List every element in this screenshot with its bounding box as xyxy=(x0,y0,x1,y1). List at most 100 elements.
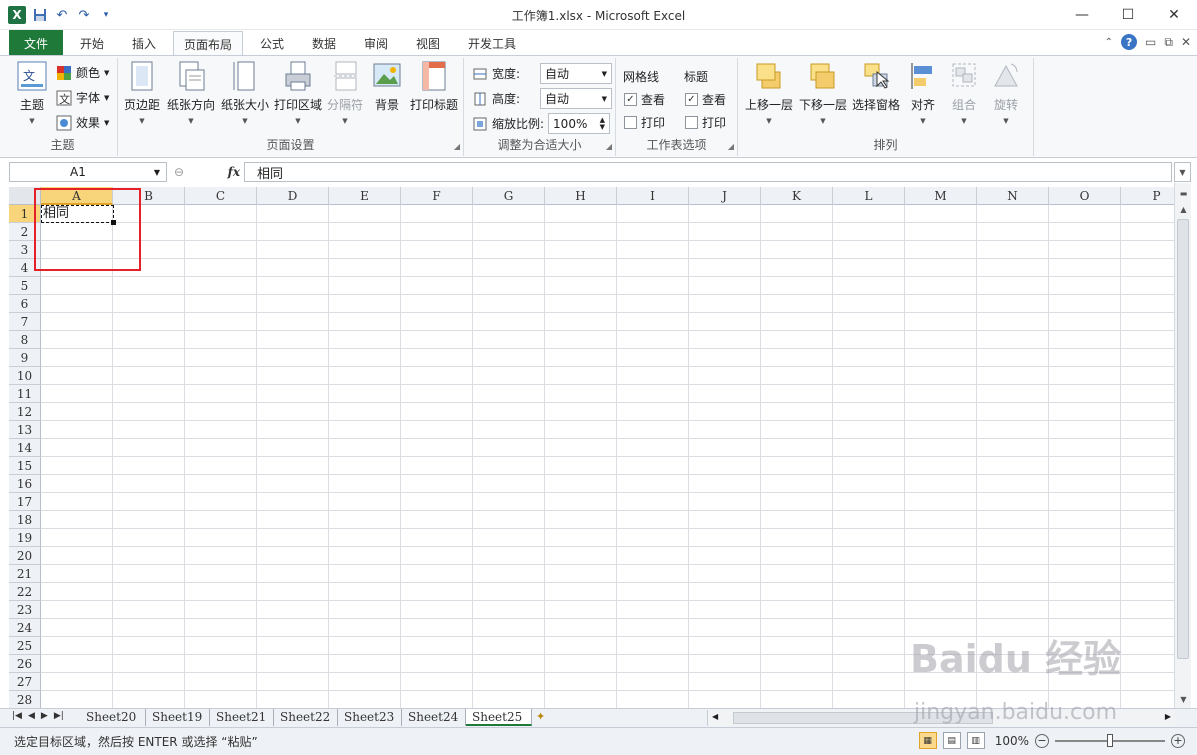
page-layout-view-icon[interactable]: ▤ xyxy=(942,732,961,749)
row-header-15[interactable]: 15 xyxy=(9,457,41,475)
row-header-7[interactable]: 7 xyxy=(9,313,41,331)
tab-data[interactable]: 数据 xyxy=(302,31,346,56)
width-select[interactable]: 自动 ▼ xyxy=(540,63,612,84)
colors-button[interactable]: 颜色 ▼ xyxy=(56,64,109,81)
zoom-in-icon[interactable]: + xyxy=(1171,733,1185,748)
row-header-13[interactable]: 13 xyxy=(9,421,41,439)
breaks-button[interactable]: 分隔符 ▼ xyxy=(325,60,365,125)
formula-bar-expand-icon[interactable]: ▼ xyxy=(1174,162,1191,182)
first-sheet-icon[interactable]: |◀ xyxy=(12,711,22,721)
fonts-button[interactable]: 文 字体 ▼ xyxy=(56,89,109,106)
close-button[interactable]: ✕ xyxy=(1151,0,1197,30)
themes-button[interactable]: 文 主题 ▼ xyxy=(12,60,52,125)
margins-button[interactable]: 页边距 ▼ xyxy=(122,60,162,125)
row-header-16[interactable]: 16 xyxy=(9,475,41,493)
print-area-button[interactable]: 打印区域 ▼ xyxy=(273,60,323,125)
row-header-22[interactable]: 22 xyxy=(9,583,41,601)
column-header-o[interactable]: O xyxy=(1049,187,1121,205)
background-button[interactable]: 背景 xyxy=(370,60,404,113)
row-header-12[interactable]: 12 xyxy=(9,403,41,421)
tab-developer[interactable]: 开发工具 xyxy=(458,31,526,56)
sheet-tab-sheet25[interactable]: Sheet25 xyxy=(466,709,532,726)
help-icon[interactable]: ? xyxy=(1121,34,1138,50)
row-header-19[interactable]: 19 xyxy=(9,529,41,547)
next-sheet-icon[interactable]: ▶ xyxy=(41,711,48,721)
column-header-l[interactable]: L xyxy=(833,187,905,205)
gridlines-print-checkbox[interactable]: 打印 xyxy=(624,114,665,131)
column-header-c[interactable]: C xyxy=(185,187,257,205)
scroll-up-icon[interactable]: ▲ xyxy=(1176,201,1191,217)
send-backward-button[interactable]: 下移一层 ▼ xyxy=(798,60,848,125)
sheet-tab-sheet19[interactable]: Sheet19 xyxy=(146,709,210,726)
row-header-17[interactable]: 17 xyxy=(9,493,41,511)
group-button[interactable]: 组合 ▼ xyxy=(946,60,982,125)
prev-sheet-icon[interactable]: ◀ xyxy=(28,711,35,721)
column-header-j[interactable]: J xyxy=(689,187,761,205)
column-header-i[interactable]: I xyxy=(617,187,689,205)
column-header-f[interactable]: F xyxy=(401,187,473,205)
zoom-level[interactable]: 100% xyxy=(995,734,1029,748)
scroll-thumb[interactable] xyxy=(1177,219,1189,659)
zoom-slider[interactable] xyxy=(1055,733,1165,747)
column-header-h[interactable]: H xyxy=(545,187,617,205)
sheet-tab-sheet23[interactable]: Sheet23 xyxy=(338,709,402,726)
bring-forward-button[interactable]: 上移一层 ▼ xyxy=(744,60,794,125)
sheet-tab-sheet21[interactable]: Sheet21 xyxy=(210,709,274,726)
maximize-button[interactable]: ☐ xyxy=(1105,0,1151,30)
print-titles-button[interactable]: 打印标题 xyxy=(408,60,460,113)
tab-view[interactable]: 视图 xyxy=(406,31,450,56)
dialog-launcher-icon[interactable]: ◢ xyxy=(606,142,612,151)
sheet-tab-sheet22[interactable]: Sheet22 xyxy=(274,709,338,726)
scroll-right-icon[interactable]: ▶ xyxy=(1165,712,1171,721)
row-header-14[interactable]: 14 xyxy=(9,439,41,457)
height-select[interactable]: 自动 ▼ xyxy=(540,88,612,109)
row-header-11[interactable]: 11 xyxy=(9,385,41,403)
dialog-launcher-icon[interactable]: ◢ xyxy=(454,142,460,151)
insert-function-button[interactable]: fx xyxy=(228,165,240,179)
minimize-button[interactable]: — xyxy=(1059,0,1105,30)
row-header-6[interactable]: 6 xyxy=(9,295,41,313)
expand-formula-icon[interactable]: ⊖ xyxy=(174,165,184,179)
size-button[interactable]: 纸张大小 ▼ xyxy=(220,60,270,125)
headings-print-checkbox[interactable]: 打印 xyxy=(685,114,726,131)
tab-file[interactable]: 文件 xyxy=(9,30,63,56)
row-header-26[interactable]: 26 xyxy=(9,655,41,673)
tab-home[interactable]: 开始 xyxy=(70,31,114,56)
scroll-down-icon[interactable]: ▼ xyxy=(1176,691,1191,707)
normal-view-icon[interactable]: ▦ xyxy=(918,732,937,749)
orientation-button[interactable]: 纸张方向 ▼ xyxy=(166,60,216,125)
page-break-view-icon[interactable]: ▥ xyxy=(966,732,985,749)
vertical-scrollbar[interactable]: ▬ ▲ ▼ xyxy=(1174,183,1191,709)
tab-review[interactable]: 审阅 xyxy=(354,31,398,56)
row-header-27[interactable]: 27 xyxy=(9,673,41,691)
headings-view-checkbox[interactable]: ✓ 查看 xyxy=(685,91,726,108)
row-header-21[interactable]: 21 xyxy=(9,565,41,583)
dialog-launcher-icon[interactable]: ◢ xyxy=(728,142,734,151)
workbook-restore-icon[interactable]: ⧉ xyxy=(1164,35,1173,50)
row-header-20[interactable]: 20 xyxy=(9,547,41,565)
row-header-28[interactable]: 28 xyxy=(9,691,41,708)
zoom-out-icon[interactable]: − xyxy=(1035,733,1049,748)
workbook-close-icon[interactable]: ✕ xyxy=(1181,35,1191,49)
column-header-d[interactable]: D xyxy=(257,187,329,205)
tab-page-layout[interactable]: 页面布局 xyxy=(173,31,244,57)
row-header-9[interactable]: 9 xyxy=(9,349,41,367)
sheet-tab-sheet20[interactable]: Sheet20 xyxy=(80,709,146,726)
selection-pane-button[interactable]: 选择窗格 xyxy=(851,60,901,113)
column-header-n[interactable]: N xyxy=(977,187,1049,205)
scale-spinner[interactable]: 100% ▲ ▼ xyxy=(548,113,611,134)
minimize-ribbon-icon[interactable]: ⌃ xyxy=(1105,37,1113,48)
column-header-e[interactable]: E xyxy=(329,187,401,205)
row-header-18[interactable]: 18 xyxy=(9,511,41,529)
gridlines-view-checkbox[interactable]: ✓ 查看 xyxy=(624,91,665,108)
rotate-button[interactable]: 旋转 ▼ xyxy=(988,60,1024,125)
workbook-minimize-icon[interactable]: ▭ xyxy=(1145,35,1156,49)
column-header-m[interactable]: M xyxy=(905,187,977,205)
column-header-p[interactable]: P xyxy=(1121,187,1174,205)
row-header-10[interactable]: 10 xyxy=(9,367,41,385)
row-header-23[interactable]: 23 xyxy=(9,601,41,619)
effects-button[interactable]: 效果 ▼ xyxy=(56,114,109,131)
last-sheet-icon[interactable]: ▶| xyxy=(54,711,64,721)
column-header-g[interactable]: G xyxy=(473,187,545,205)
sheet-tab-sheet24[interactable]: Sheet24 xyxy=(402,709,466,726)
